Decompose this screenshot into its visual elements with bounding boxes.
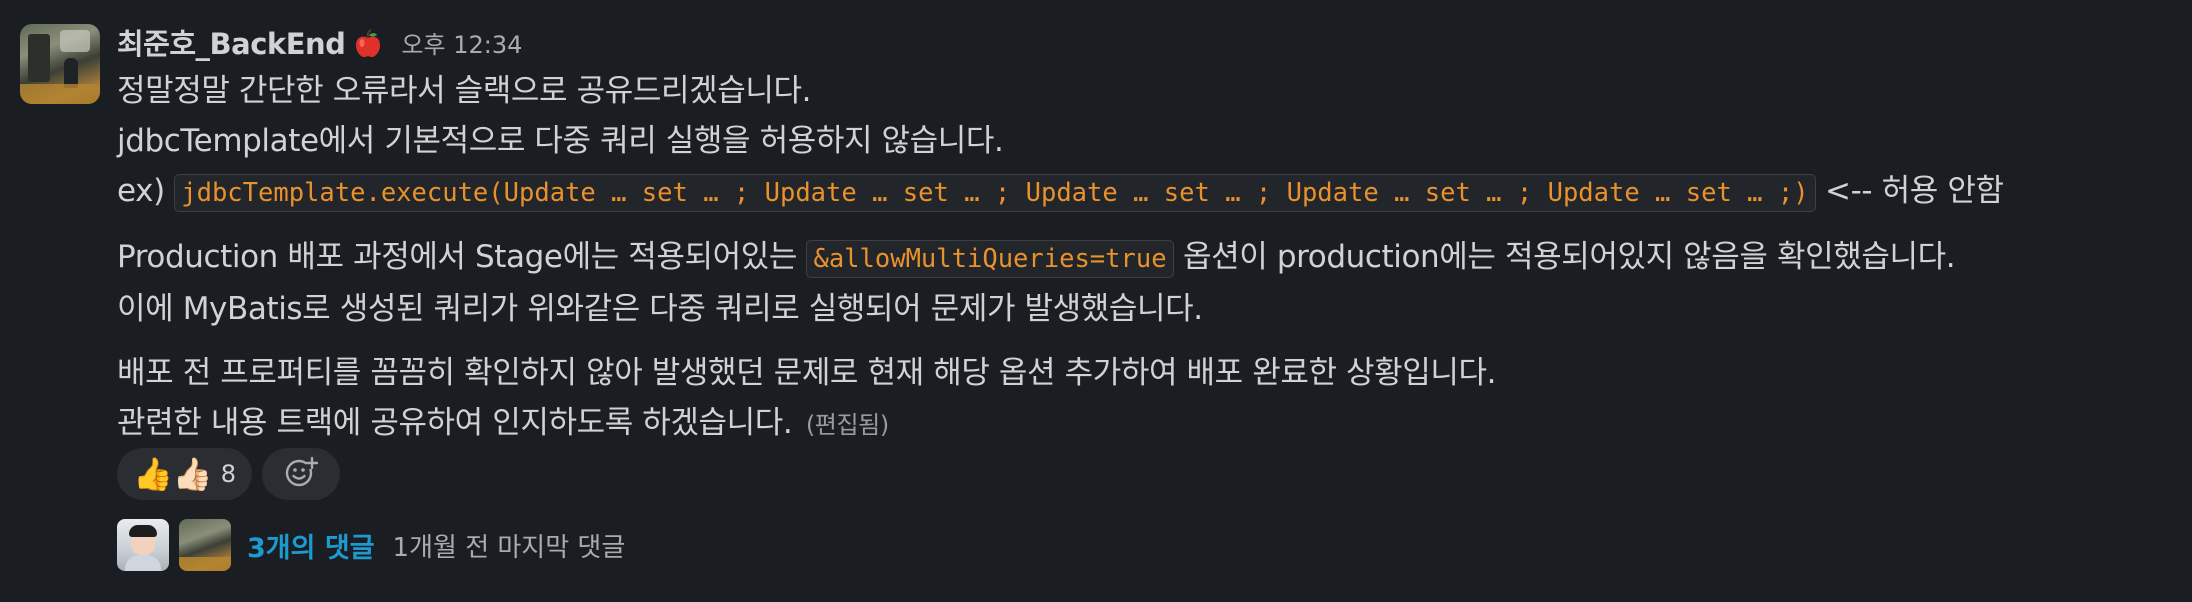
message-line: 이에 MyBatis로 생성된 쿼리가 위와같은 다중 쿼리로 실행되어 문제가…	[117, 291, 1203, 327]
message-line: 관련한 내용 트랙에 공유하여 인지하도록 하겠습니다. (편집됨)	[117, 398, 2177, 450]
message-line: 배포 전 프로퍼티를 꼼꼼히 확인하지 않아 발생했던 문제로 현재 해당 옵션…	[117, 355, 1497, 391]
author-name[interactable]: 최준호_BackEnd	[117, 21, 346, 63]
add-reaction-icon	[284, 455, 319, 493]
reaction-count: 8	[220, 460, 236, 488]
reactions-bar: 👍👍🏻 8	[117, 448, 340, 500]
message-line: Production 배포 과정에서 Stage에는 적용되어있는 &allow…	[117, 232, 2177, 284]
inline-code: &allowMultiQueries=true	[806, 240, 1174, 278]
message-content: 최준호_BackEnd 오후 12:34 정말정말 간단한 오류라서 슬랙으로 …	[117, 18, 2177, 450]
message-line: jdbcTemplate에서 기본적으로 다중 쿼리 실행을 허용하지 않습니다…	[117, 123, 1004, 159]
line-text: 관련한 내용 트랙에 공유하여 인지하도록 하겠습니다.	[117, 405, 793, 441]
inline-code: jdbcTemplate.execute(Update … set … ; Up…	[174, 174, 1816, 212]
message-line: ex) jdbcTemplate.execute(Update … set … …	[117, 166, 2177, 218]
message-header: 최준호_BackEnd 오후 12:34	[117, 18, 2177, 66]
thread-replies-link[interactable]: 3개의 댓글	[247, 526, 375, 565]
edited-label: (편집됨)	[805, 411, 889, 439]
line-suffix: 옵션이 production에는 적용되어있지 않음을 확인했습니다.	[1173, 239, 1956, 275]
reply-avatar	[179, 519, 231, 571]
line-prefix: Production 배포 과정에서 Stage에는 적용되어있는	[117, 239, 807, 275]
line-suffix: <-- 허용 안함	[1815, 173, 2004, 209]
message: 최준호_BackEnd 오후 12:34 정말정말 간단한 오류라서 슬랙으로 …	[0, 0, 2192, 602]
thread-last-reply: 1개월 전 마지막 댓글	[392, 532, 626, 563]
reply-avatar	[117, 519, 169, 571]
author-avatar[interactable]	[20, 24, 100, 104]
line-prefix: ex)	[117, 173, 175, 209]
message-line: 정말정말 간단한 오류라서 슬랙으로 공유드리겠습니다.	[117, 73, 812, 109]
reaction-thumbs-up[interactable]: 👍👍🏻 8	[117, 448, 252, 500]
thumbs-up-icon: 👍👍🏻	[133, 455, 213, 493]
apple-icon[interactable]	[353, 29, 383, 59]
add-reaction-button[interactable]	[261, 448, 340, 500]
thread-summary[interactable]: 3개의 댓글 1개월 전 마지막 댓글	[117, 518, 625, 572]
message-timestamp[interactable]: 오후 12:34	[401, 25, 522, 60]
